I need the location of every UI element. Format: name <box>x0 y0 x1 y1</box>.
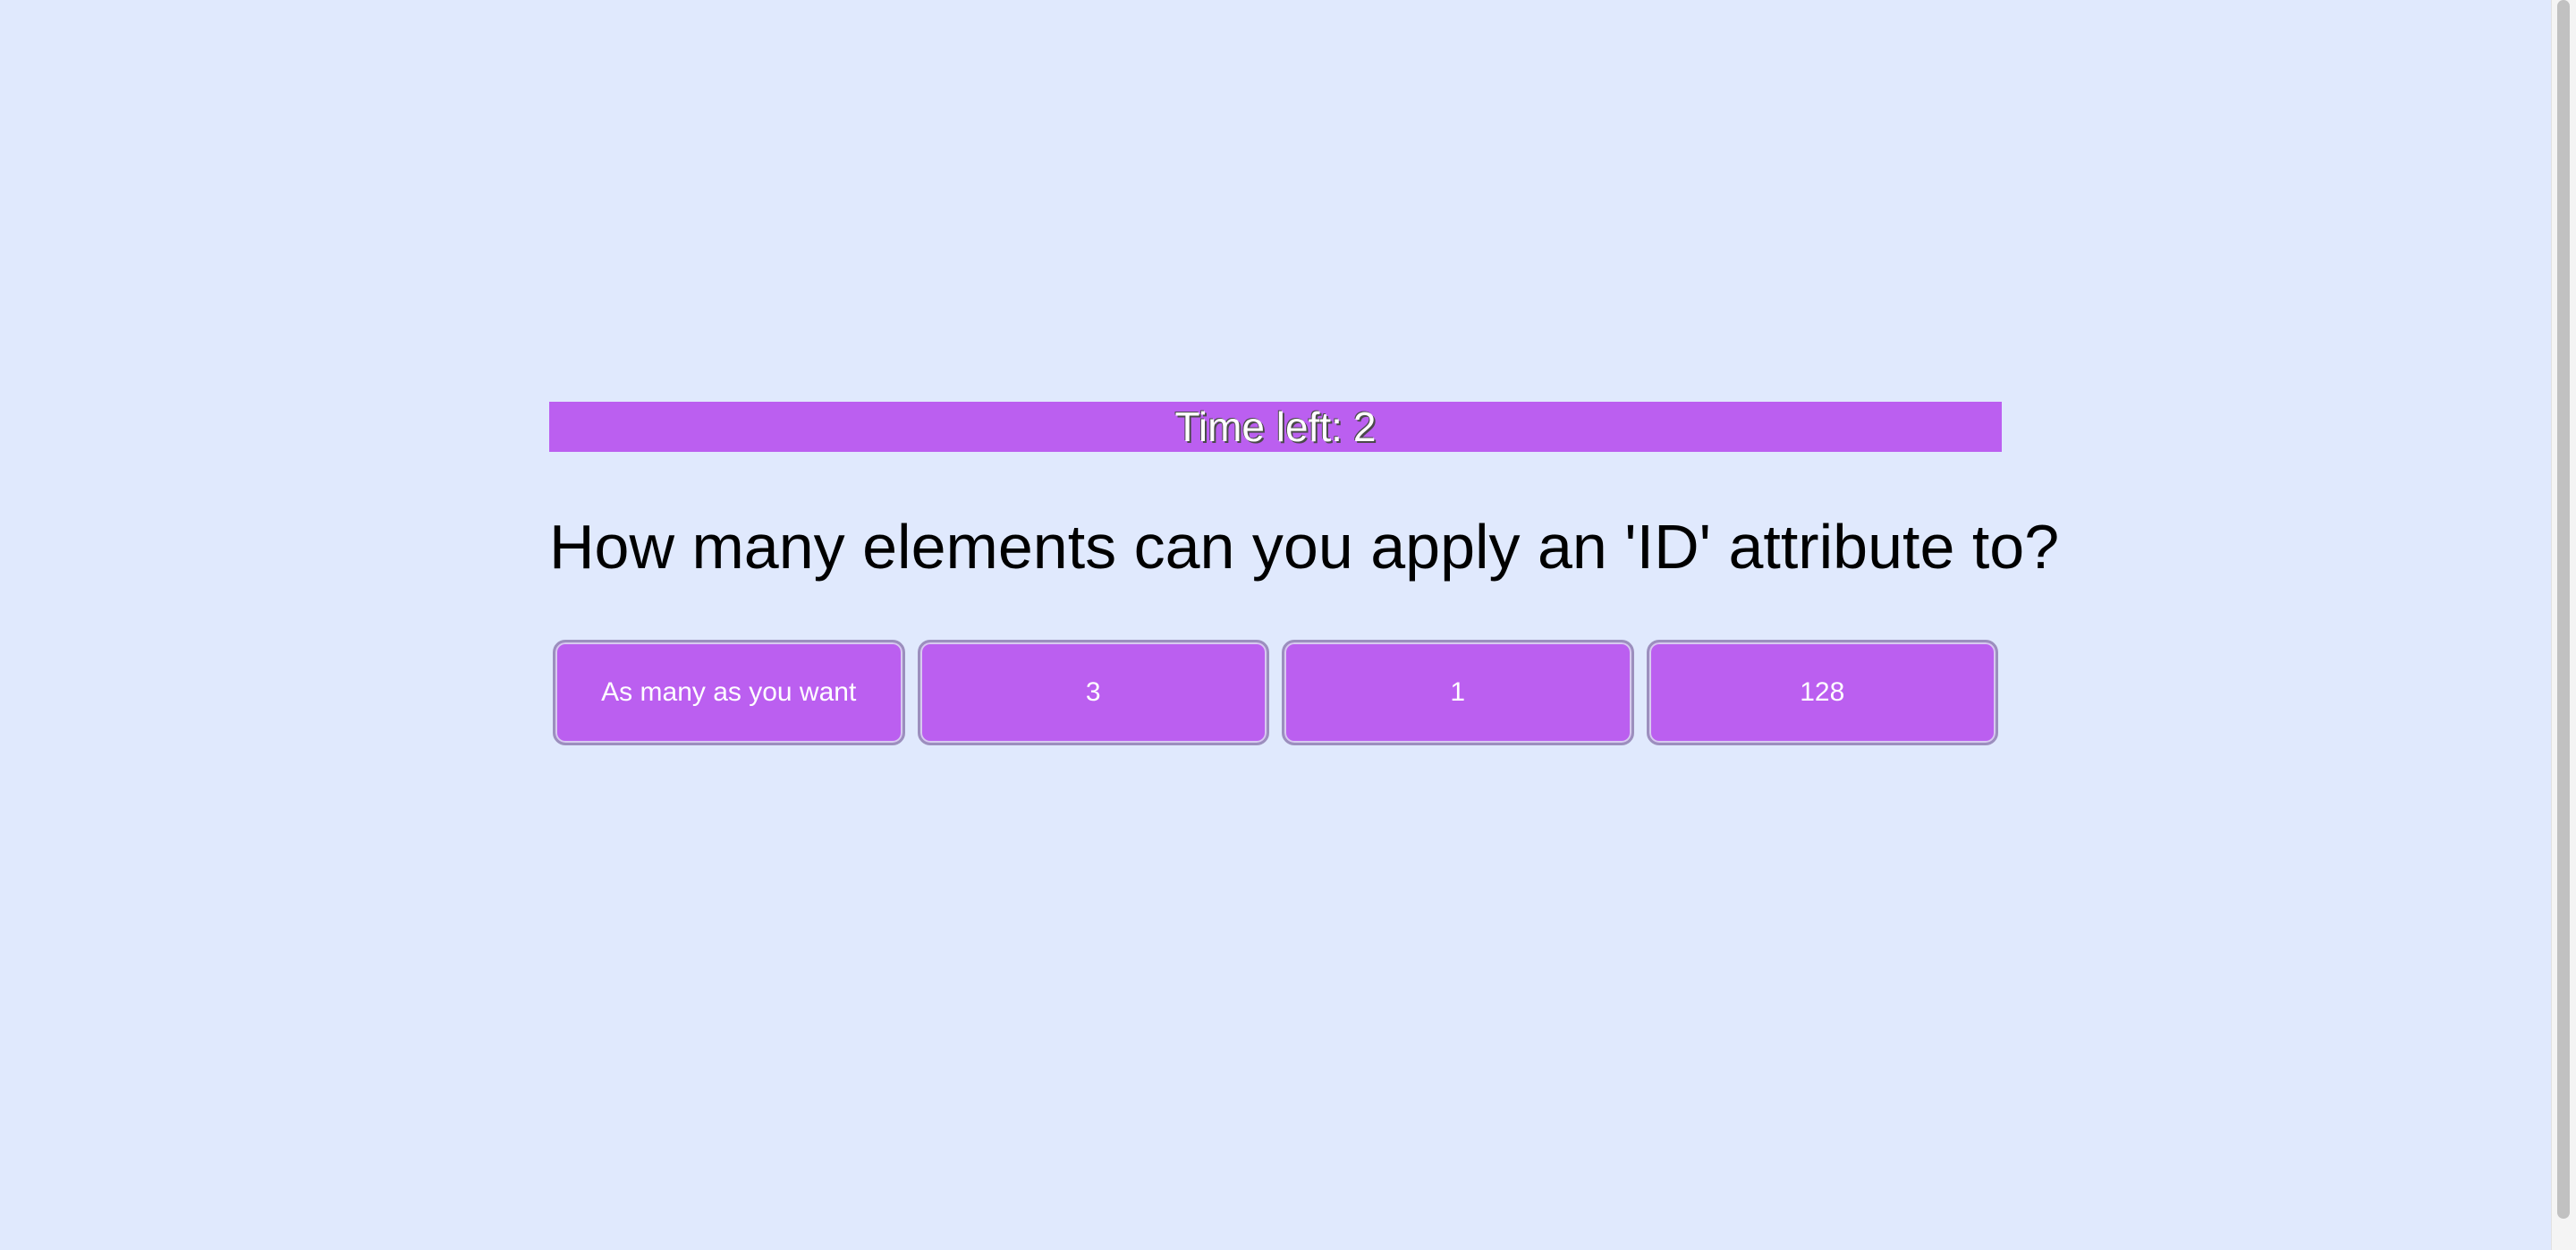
question-text: How many elements can you apply an 'ID' … <box>549 512 2060 582</box>
timer-label: Time left: <box>1174 404 1343 450</box>
timer-bar: Time left: 2 <box>549 402 2002 452</box>
answer-options: As many as you want 3 1 128 <box>549 639 2002 745</box>
answer-button-3[interactable]: 1 <box>1282 639 1634 745</box>
scrollbar-thumb[interactable] <box>2557 0 2570 1219</box>
page-viewport: Time left: 2 How many elements can you a… <box>0 0 2551 1250</box>
answer-button-1[interactable]: As many as you want <box>553 639 905 745</box>
vertical-scrollbar[interactable] <box>2551 0 2576 1250</box>
quiz-container: Time left: 2 How many elements can you a… <box>549 402 2060 745</box>
answer-button-4[interactable]: 128 <box>1646 639 1998 745</box>
timer-value: 2 <box>1352 404 1377 450</box>
answer-button-2[interactable]: 3 <box>917 639 1269 745</box>
timer-readout: Time left: 2 <box>1174 406 1376 447</box>
